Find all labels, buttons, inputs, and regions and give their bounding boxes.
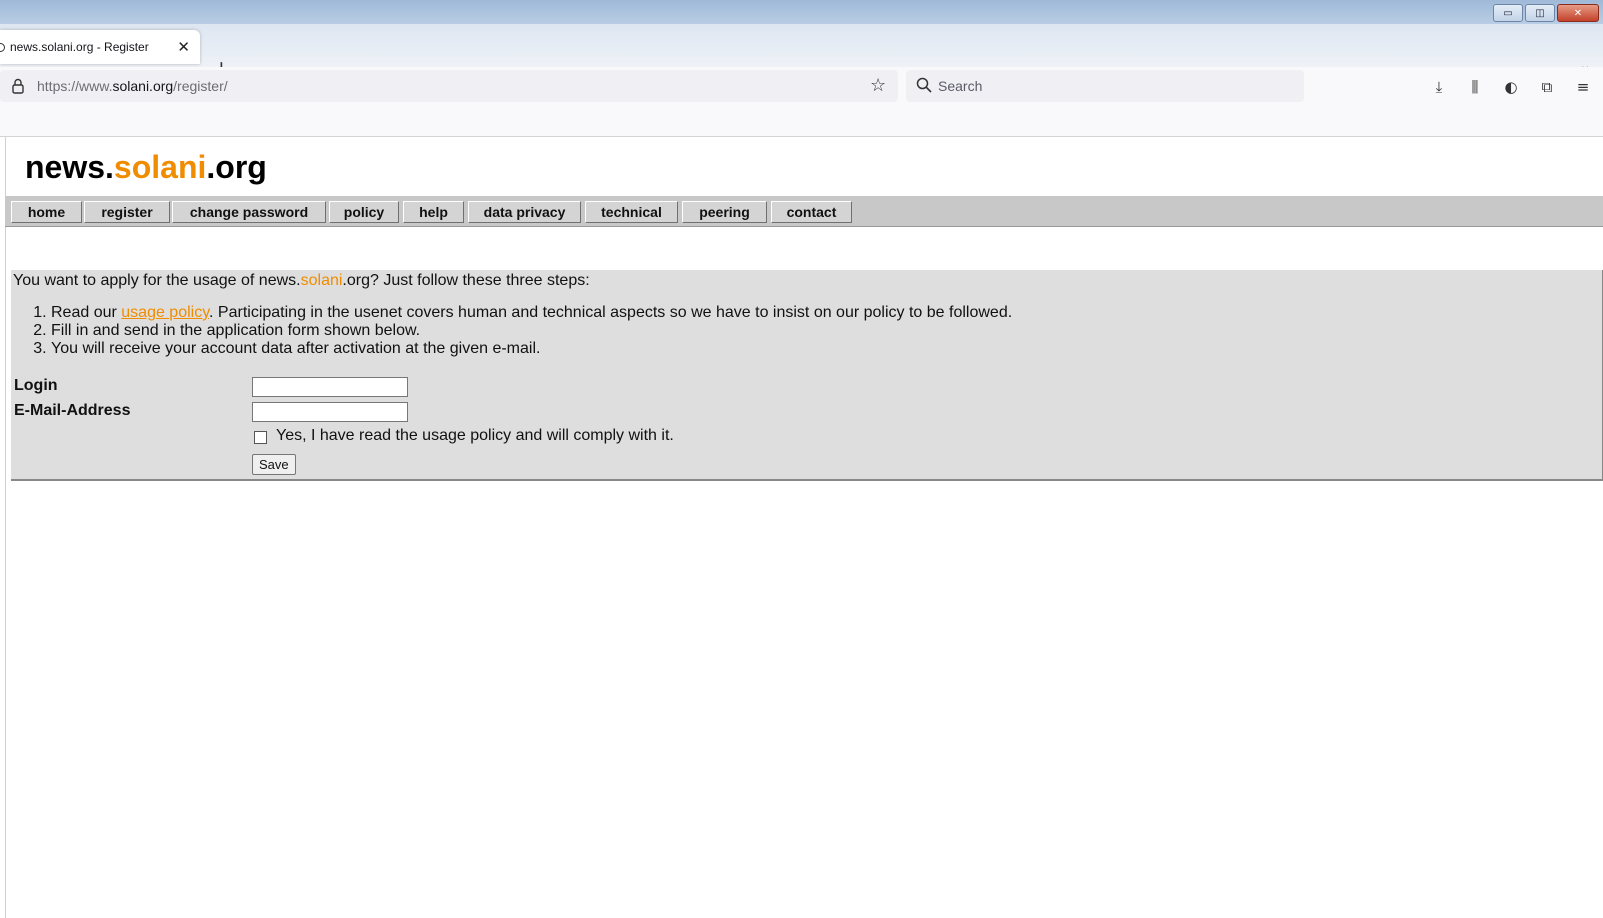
usage-policy-link[interactable]: usage policy: [121, 304, 209, 321]
url-path: /register/: [173, 78, 228, 94]
intro-before: You want to apply for the usage of news.: [13, 272, 301, 289]
step-item-3: You will receive your account data after…: [51, 340, 1251, 358]
login-input[interactable]: [252, 377, 408, 397]
navigation-toolbar: https://www.solani.org/register/ ☆ Searc…: [0, 67, 1603, 107]
site-logo[interactable]: news.solani.org: [25, 149, 267, 186]
url-host: solani.org: [112, 78, 174, 94]
tab-strip: news.solani.org - Register ✕ + ⌄: [0, 24, 1603, 80]
maximize-icon[interactable]: ◫: [1525, 4, 1555, 22]
library-icon[interactable]: ⫼: [1465, 77, 1485, 97]
search-placeholder: Search: [938, 78, 983, 94]
step1-before: Read our: [51, 304, 122, 321]
save-button[interactable]: Save: [252, 454, 296, 475]
window-controls: ▭ ◫ ✕: [1493, 4, 1599, 22]
search-icon: [916, 77, 932, 93]
site-navigation: home register change password policy hel…: [5, 196, 1603, 227]
step-item-2: Fill in and send in the application form…: [51, 322, 1251, 340]
steps-list: Read our usage policy. Participating in …: [13, 304, 1251, 358]
extensions-icon[interactable]: ⧉: [1537, 77, 1557, 97]
nav-item-peering[interactable]: peering: [682, 201, 767, 223]
logo-part-solani: solani: [113, 149, 207, 185]
nav-item-data-privacy[interactable]: data privacy: [468, 201, 581, 223]
nav-item-technical[interactable]: technical: [585, 201, 678, 223]
close-window-icon[interactable]: ✕: [1557, 4, 1599, 22]
lock-icon: [12, 78, 24, 94]
intro-accent: solani: [300, 272, 343, 289]
toolbar-icons: ⤓ ⫼ ◐ ⧉ ≡: [1429, 67, 1603, 107]
email-label: E-Mail-Address: [14, 402, 131, 419]
bookmark-star-icon[interactable]: ☆: [870, 75, 886, 96]
tab-close-icon[interactable]: ✕: [177, 38, 190, 56]
agree-checkbox[interactable]: [254, 431, 267, 444]
agree-label: Yes, I have read the usage policy and wi…: [276, 427, 674, 444]
logo-part-org: .org: [206, 149, 267, 185]
web-page: news.solani.org home register change pas…: [0, 137, 1603, 918]
downloads-icon[interactable]: ⤓: [1429, 77, 1449, 97]
browser-tab-register[interactable]: news.solani.org - Register ✕: [0, 30, 200, 64]
nav-item-policy[interactable]: policy: [329, 201, 399, 223]
bookmarks-toolbar: [0, 107, 1603, 137]
tab-title: news.solani.org - Register: [10, 40, 149, 54]
email-input[interactable]: [252, 402, 408, 422]
url-text: https://www.solani.org/register/: [37, 78, 228, 94]
intro-text: You want to apply for the usage of news.…: [13, 272, 590, 290]
window-titlebar: ▭ ◫ ✕: [0, 0, 1603, 24]
nav-item-home[interactable]: home: [11, 201, 82, 223]
url-prefix: https://www.: [37, 78, 113, 94]
page-left-edge: [0, 137, 6, 918]
search-bar[interactable]: Search: [906, 70, 1304, 102]
url-bar[interactable]: https://www.solani.org/register/ ☆: [0, 70, 898, 102]
step1-after: . Participating in the usenet covers hum…: [209, 304, 1013, 321]
logo-part-news: news.: [25, 149, 114, 185]
nav-item-help[interactable]: help: [403, 201, 464, 223]
nav-item-contact[interactable]: contact: [771, 201, 852, 223]
registration-panel: You want to apply for the usage of news.…: [11, 270, 1603, 481]
login-label: Login: [14, 377, 58, 394]
tab-favicon-icon: [0, 43, 5, 52]
step-item-1: Read our usage policy. Participating in …: [51, 304, 1251, 322]
nav-item-register[interactable]: register: [84, 201, 170, 223]
intro-after: .org? Just follow these three steps:: [342, 272, 590, 289]
nav-item-change-password[interactable]: change password: [172, 201, 326, 223]
menu-hamburger-icon[interactable]: ≡: [1573, 77, 1593, 97]
account-icon[interactable]: ◐: [1501, 77, 1521, 97]
minimize-icon[interactable]: ▭: [1493, 4, 1523, 22]
